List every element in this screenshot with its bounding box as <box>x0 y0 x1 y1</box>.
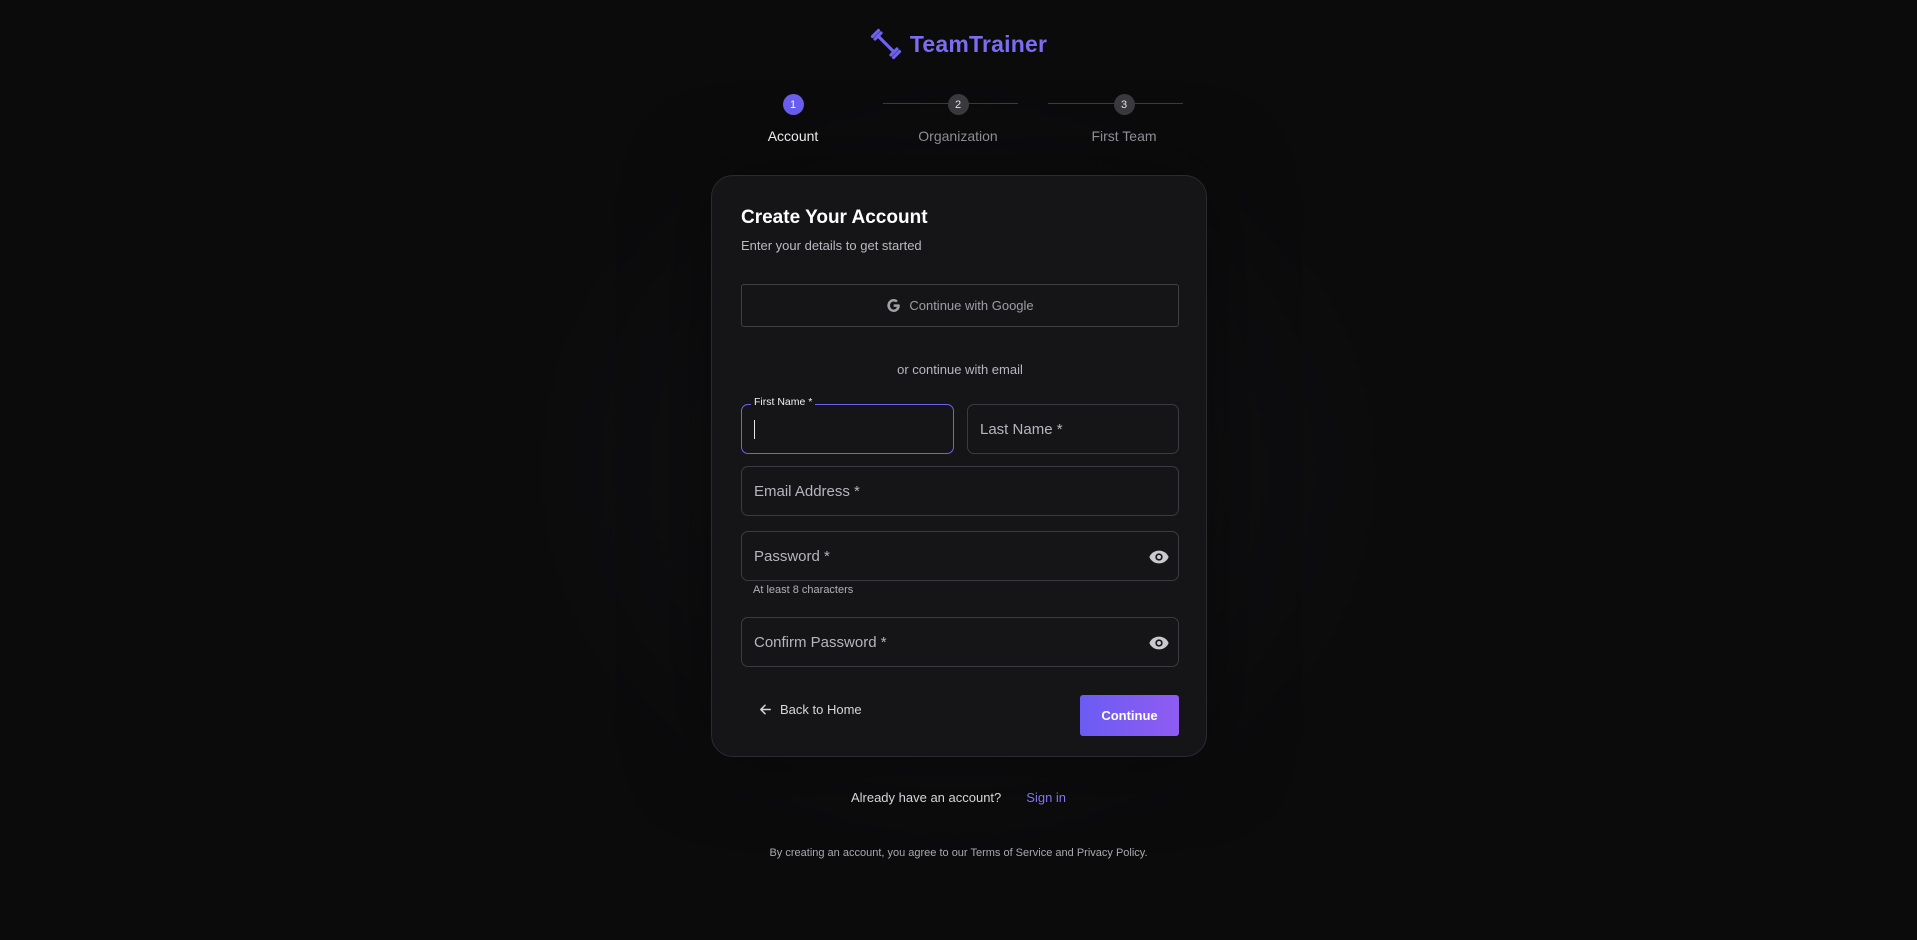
text-caret <box>754 420 755 439</box>
back-to-home-button[interactable]: Back to Home <box>758 697 862 721</box>
eye-icon[interactable] <box>1148 632 1170 654</box>
step-first-team: 3 First Team <box>1054 94 1194 144</box>
divider-text: or continue with email <box>897 362 1023 377</box>
step-number: 2 <box>947 94 969 115</box>
continue-button[interactable]: Continue <box>1080 695 1179 736</box>
last-name-label: Last Name * <box>980 421 1063 438</box>
google-icon <box>886 298 901 313</box>
eye-icon[interactable] <box>1148 546 1170 568</box>
legal-notice: By creating an account, you agree to our… <box>769 847 1148 859</box>
dumbbell-icon <box>870 28 902 60</box>
signin-prompt: Already have an account? Sign in <box>0 790 1917 805</box>
card-title: Create Your Account <box>741 207 928 228</box>
step-label: Organization <box>918 128 998 144</box>
password-helper-text: At least 8 characters <box>753 584 854 596</box>
step-account: 1 Account <box>723 94 863 144</box>
step-number: 1 <box>782 94 804 115</box>
step-organization: 2 Organization <box>888 94 1028 144</box>
arrow-left-icon <box>758 702 773 717</box>
first-name-field[interactable]: First Name * <box>741 396 954 454</box>
last-name-field[interactable]: Last Name * <box>967 404 1179 454</box>
password-label: Password * <box>754 548 830 565</box>
step-number: 3 <box>1113 94 1135 115</box>
confirm-password-field[interactable]: Confirm Password * <box>741 617 1179 667</box>
step-label: First Team <box>1091 128 1157 144</box>
email-label: Email Address * <box>754 483 860 500</box>
signin-link[interactable]: Sign in <box>1026 790 1066 805</box>
first-name-label: First Name * <box>751 396 816 408</box>
signup-card: Create Your Account Enter your details t… <box>711 175 1207 757</box>
brand-name: TeamTrainer <box>909 30 1048 57</box>
signup-stepper: 1 Account 2 Organization 3 First Team <box>768 94 1183 150</box>
confirm-password-label: Confirm Password * <box>754 634 887 651</box>
google-signin-button[interactable]: Continue with Google <box>741 284 1179 327</box>
step-label: Account <box>767 128 819 144</box>
card-subtitle: Enter your details to get started <box>741 238 922 253</box>
password-field[interactable]: Password * <box>741 531 1179 581</box>
google-button-label: Continue with Google <box>909 298 1034 313</box>
signin-question: Already have an account? <box>850 790 1002 805</box>
brand-header: TeamTrainer <box>0 28 1917 60</box>
back-button-label: Back to Home <box>780 701 862 717</box>
email-field[interactable]: Email Address * <box>741 466 1179 516</box>
first-name-input[interactable] <box>754 417 905 443</box>
